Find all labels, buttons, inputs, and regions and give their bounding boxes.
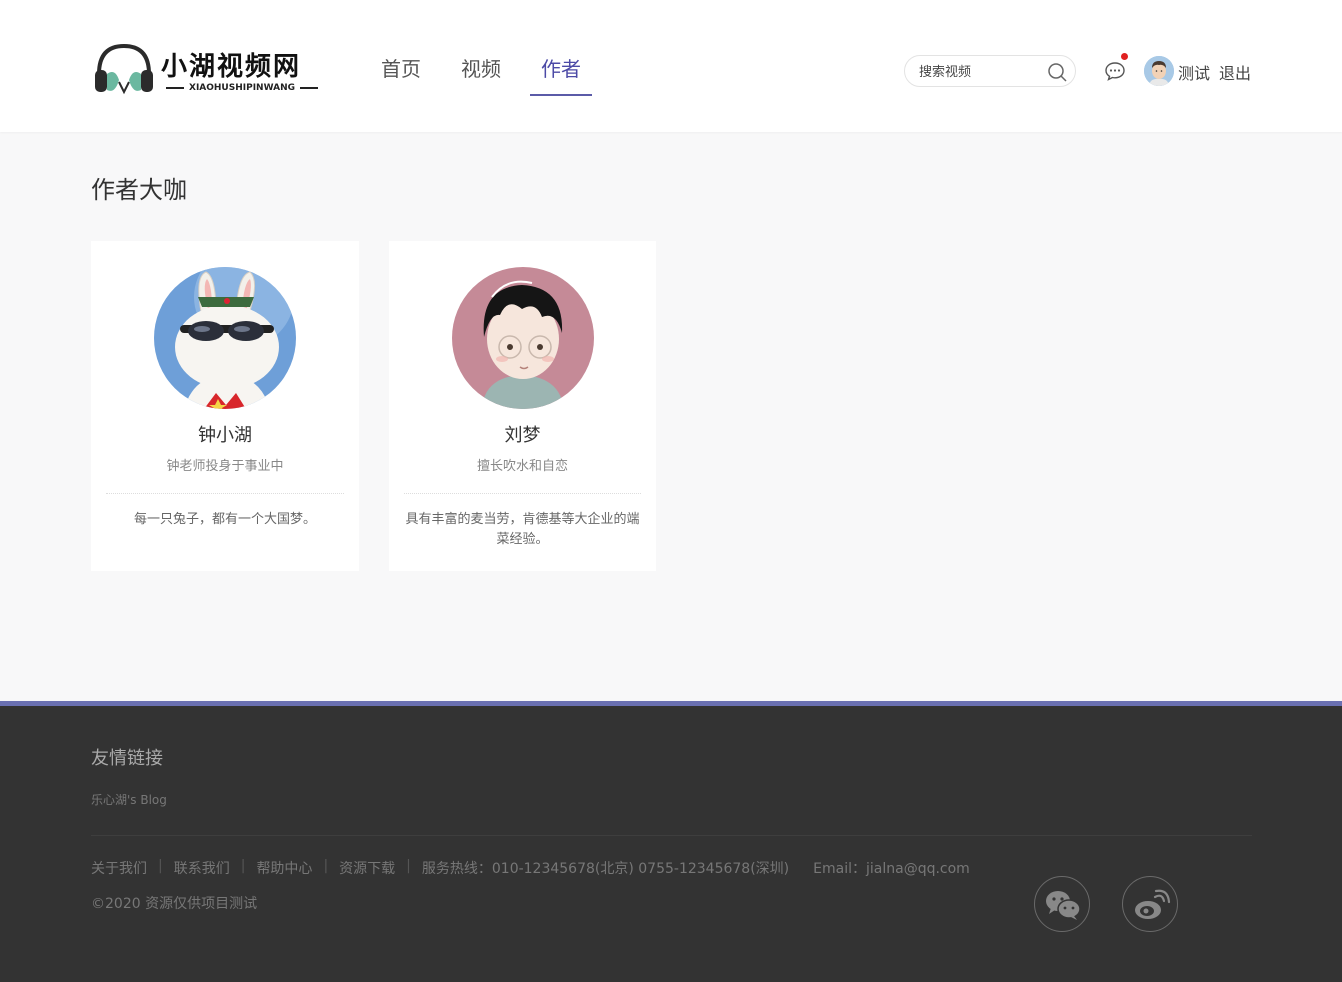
author-avatar — [452, 267, 594, 409]
footer-hotline: 服务热线：010-12345678(北京) 0755-12345678(深圳) — [421, 861, 790, 877]
nav-videos[interactable]: 视频 — [450, 52, 512, 96]
footer-link-download[interactable]: 资源下载 — [339, 858, 395, 878]
author-title: 擅长吹水和自恋 — [476, 459, 568, 474]
logo-title: 小湖视频网 — [161, 52, 302, 82]
footer-separator: | — [240, 858, 246, 874]
wechat-icon — [1046, 891, 1081, 920]
nav-home[interactable]: 首页 — [370, 52, 432, 96]
logo-subtitle: XIAOHUSHIPINWANG — [161, 83, 323, 93]
friend-links-heading: 友情链接 — [91, 748, 163, 769]
footer-copyright: ©2020 资源仅供项目测试 — [91, 896, 258, 912]
wechat-button[interactable] — [1034, 876, 1090, 932]
author-description: 具有丰富的麦当劳，肯德基等大企业的端菜经验。 — [405, 512, 640, 547]
footer-separator: | — [158, 858, 163, 874]
footer-separator: | — [406, 858, 411, 874]
author-card[interactable]: 钟小湖 钟老师投身于事业中 每一只兔子，都有一个大国梦。 — [91, 241, 359, 571]
author-card[interactable]: 刘梦 擅长吹水和自恋 具有丰富的麦当劳，肯德基等大企业的端菜经验。 — [389, 241, 656, 571]
user-avatar[interactable] — [1144, 56, 1174, 86]
author-description: 每一只兔子，都有一个大国梦。 — [133, 512, 316, 527]
logout-link[interactable]: 退出 — [1219, 60, 1251, 84]
weibo-button[interactable] — [1122, 876, 1178, 932]
site-header: 小湖视频网 XIAOHUSHIPINWANG 首页 视频 作者 测试 退出 — [0, 0, 1342, 132]
author-avatar — [154, 267, 296, 409]
footer-separator: | — [323, 858, 329, 874]
search-icon[interactable] — [1047, 62, 1067, 82]
footer-link-help[interactable]: 帮助中心 — [256, 858, 312, 878]
chat-bubble-icon[interactable] — [1104, 60, 1126, 82]
weibo-icon — [1135, 889, 1171, 919]
main-nav: 首页 视频 作者 — [370, 52, 610, 96]
friend-link[interactable]: 乐心湖's Blog — [91, 791, 167, 808]
notification-dot — [1121, 53, 1128, 60]
footer-link-about[interactable]: 关于我们 — [91, 858, 147, 878]
author-name: 钟小湖 — [198, 425, 252, 446]
author-title: 钟老师投身于事业中 — [166, 459, 284, 474]
search-box — [904, 55, 1076, 87]
site-logo[interactable]: 小湖视频网 XIAOHUSHIPINWANG — [91, 40, 313, 98]
site-footer: 友情链接 乐心湖's Blog 关于我们 | 联系我们 | 帮助中心 | 资源下… — [0, 701, 1342, 982]
card-divider — [404, 493, 641, 494]
headphones-logo-icon — [95, 43, 153, 95]
footer-links: 关于我们 | 联系我们 | 帮助中心 | 资源下载 | 服务热线：010-123… — [91, 858, 970, 878]
author-name: 刘梦 — [504, 425, 541, 446]
card-divider — [106, 493, 344, 494]
page-title: 作者大咖 — [91, 176, 187, 204]
footer-link-contact[interactable]: 联系我们 — [174, 858, 230, 878]
search-input[interactable] — [919, 62, 1039, 82]
footer-divider — [91, 835, 1252, 836]
footer-email: Email：jialna@qq.com — [813, 861, 970, 877]
nav-authors[interactable]: 作者 — [530, 52, 592, 96]
user-name[interactable]: 测试 — [1178, 60, 1210, 84]
